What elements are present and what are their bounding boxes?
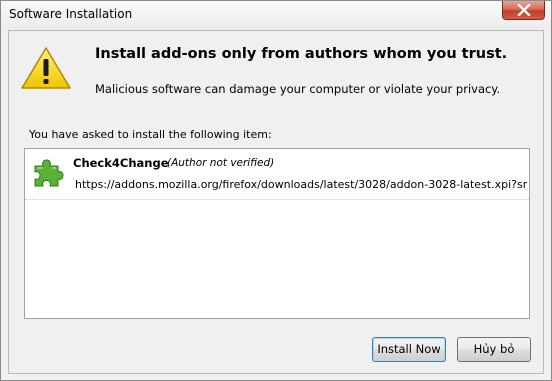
addon-name: Check4Change [73, 156, 169, 170]
author-status: (Author not verified) [167, 157, 275, 169]
title-bar[interactable]: Software Installation [1, 1, 551, 29]
install-now-button[interactable]: Install Now [372, 337, 446, 362]
close-button[interactable] [502, 1, 545, 20]
warning-headline: Install add-ons only from authors whom y… [95, 46, 508, 62]
install-item-list[interactable]: Check4Change (Author not verified) https… [24, 148, 530, 319]
cancel-button[interactable]: Hủy bỏ [457, 337, 531, 362]
window-title: Software Installation [9, 7, 133, 21]
addon-url: https://addons.mozilla.org/firefox/downl… [75, 178, 527, 191]
warning-triangle-icon [21, 47, 71, 89]
item-list-label: You have asked to install the following … [29, 128, 272, 141]
puzzle-piece-icon [34, 159, 64, 187]
list-item[interactable]: Check4Change (Author not verified) https… [25, 149, 529, 200]
software-installation-dialog: Software Installation Install add-ons on… [0, 0, 552, 381]
dialog-content: Install add-ons only from authors whom y… [8, 30, 544, 374]
close-icon [517, 4, 531, 16]
warning-subline: Malicious software can damage your compu… [95, 82, 501, 96]
